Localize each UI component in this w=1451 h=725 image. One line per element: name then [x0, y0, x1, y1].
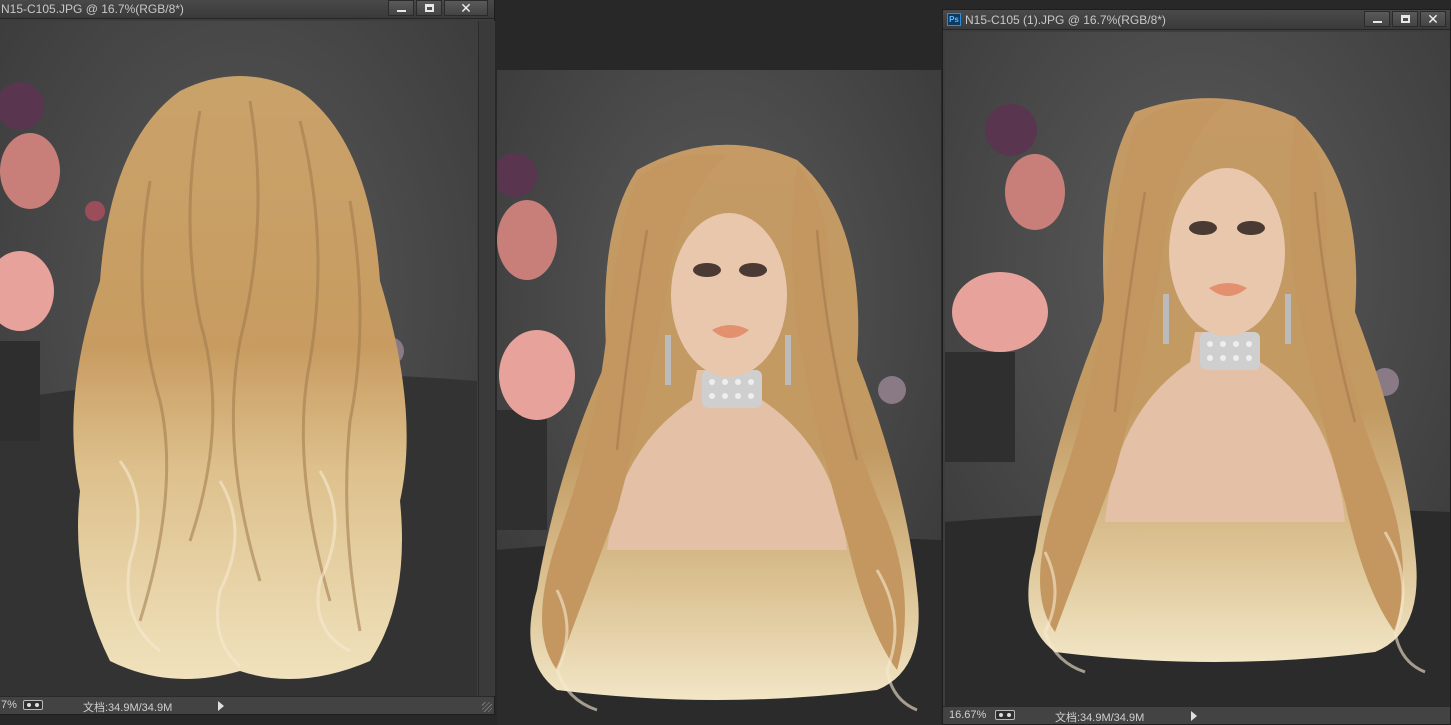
close-icon: ✕	[460, 0, 472, 16]
window-1-minimize-button[interactable]	[388, 0, 414, 16]
window-3-canvas[interactable]	[945, 32, 1450, 706]
window-2-canvas[interactable]	[497, 70, 941, 725]
window-1-doc-size: 文档:34.9M/34.9M	[83, 702, 173, 714]
maximize-icon	[425, 4, 434, 12]
window-1-titlebar[interactable]: N15-C105.JPG @ 16.7%(RGB/8*) ✕	[0, 0, 494, 19]
navigator-icon[interactable]	[995, 710, 1015, 720]
window-3-minimize-button[interactable]	[1364, 11, 1390, 27]
navigator-icon[interactable]	[23, 700, 43, 710]
resize-grip-icon[interactable]	[482, 702, 492, 712]
document-window-2[interactable]	[497, 70, 941, 725]
window-3-title: N15-C105 (1).JPG @ 16.7%(RGB/8*)	[965, 13, 1166, 27]
maximize-icon	[1401, 15, 1410, 23]
minimize-icon	[1373, 21, 1382, 23]
triangle-right-icon[interactable]	[218, 701, 224, 711]
document-window-1[interactable]: N15-C105.JPG @ 16.7%(RGB/8*) ✕ 7% 文档:34.…	[0, 0, 495, 715]
window-1-title: N15-C105.JPG @ 16.7%(RGB/8*)	[1, 2, 184, 16]
photoshop-icon: Ps	[947, 13, 961, 26]
window-1-maximize-button[interactable]	[416, 0, 442, 16]
wig-front-view-image-2	[945, 32, 1450, 706]
window-3-titlebar[interactable]: Ps N15-C105 (1).JPG @ 16.7%(RGB/8*) ✕	[943, 10, 1450, 30]
window-3-doc-size: 文档:34.9M/34.9M	[1055, 712, 1145, 724]
window-1-close-button[interactable]: ✕	[444, 0, 488, 16]
window-1-canvas[interactable]	[0, 21, 477, 696]
minimize-icon	[397, 10, 406, 12]
wig-back-view-image	[0, 21, 477, 696]
window-3-close-button[interactable]: ✕	[1420, 11, 1446, 27]
window-1-statusbar: 7% 文档:34.9M/34.9M	[0, 696, 494, 714]
document-window-3[interactable]: Ps N15-C105 (1).JPG @ 16.7%(RGB/8*) ✕ 16…	[942, 9, 1451, 725]
wig-front-view-image	[497, 70, 941, 725]
window-1-zoom-level[interactable]: 7%	[1, 699, 17, 711]
close-icon: ✕	[1427, 11, 1439, 27]
window-3-zoom-level[interactable]: 16.67%	[949, 709, 986, 721]
window-3-statusbar: 16.67% 文档:34.9M/34.9M	[943, 706, 1450, 724]
window-3-maximize-button[interactable]	[1392, 11, 1418, 27]
window-1-scrollbar[interactable]	[478, 21, 495, 696]
triangle-right-icon[interactable]	[1191, 711, 1197, 721]
